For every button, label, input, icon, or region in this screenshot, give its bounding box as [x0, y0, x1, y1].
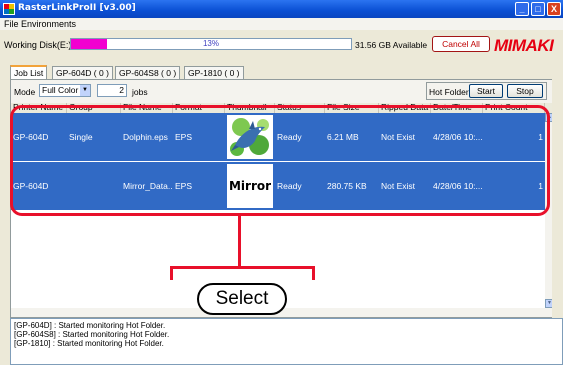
- tab-gp-604d[interactable]: GP-604D ( 0 ): [52, 66, 113, 80]
- app-window: RasterLinkProII [v3.00] _ □ X File Envir…: [0, 0, 563, 365]
- tab-gp-1810[interactable]: GP-1810 ( 0 ): [184, 66, 244, 80]
- side-strip: [552, 66, 563, 318]
- hot-folder-stop-button[interactable]: Stop: [507, 84, 543, 98]
- app-icon: [3, 3, 15, 15]
- tab-gp-604s8[interactable]: GP-604S8 ( 0 ): [115, 66, 181, 80]
- callout-bracket-right: [312, 266, 315, 280]
- mimaki-logo: MIMAKI: [494, 36, 563, 59]
- menu-bar: File Environments: [0, 18, 563, 30]
- mode-select-value: Full Color: [42, 85, 79, 95]
- mimaki-logo-mark: MIMAKI: [494, 36, 556, 55]
- maximize-button[interactable]: □: [531, 2, 545, 16]
- jobs-label: jobs: [132, 87, 148, 97]
- title-bar: RasterLinkProII [v3.00] _ □ X: [0, 0, 563, 18]
- disk-usage-percent: 13%: [202, 39, 219, 48]
- hot-folder-label: Hot Folder: [429, 87, 469, 97]
- mode-select[interactable]: Full Color ▼: [39, 84, 91, 97]
- callout-line: [238, 216, 241, 268]
- job-toolbar: Mode Full Color ▼ 2 jobs Hot Folder Star…: [11, 80, 562, 102]
- hot-folder-group: Hot Folder Start Stop: [426, 82, 547, 100]
- callout-bracket: [170, 266, 315, 269]
- mode-label: Mode: [14, 87, 36, 97]
- menu-file[interactable]: File: [4, 19, 19, 29]
- window-title: RasterLinkProII [v3.00]: [18, 3, 136, 13]
- disk-usage-progress: 13%: [70, 38, 352, 50]
- log-line: [GP-1810] : Started monitoring Hot Folde…: [14, 339, 164, 348]
- log-line: [GP-604S8] : Started monitoring Hot Fold…: [14, 330, 170, 339]
- svg-text:MIMAKI: MIMAKI: [494, 36, 555, 54]
- chevron-down-icon[interactable]: ▼: [80, 85, 90, 96]
- working-disk-label: Working Disk(E:): [4, 40, 72, 50]
- disk-status-row: Working Disk(E:) 13% 31.56 GB Available …: [0, 31, 563, 57]
- message-log: [GP-604D] : Started monitoring Hot Folde…: [10, 318, 563, 365]
- selection-highlight-frame: [10, 105, 550, 216]
- disk-available: 31.56 GB Available: [355, 40, 428, 50]
- callout-bracket-left: [170, 266, 173, 280]
- select-callout: Select: [197, 283, 287, 315]
- menu-environments[interactable]: Environments: [21, 19, 76, 29]
- log-line: [GP-604D] : Started monitoring Hot Folde…: [14, 321, 166, 330]
- cancel-all-button[interactable]: Cancel All: [432, 36, 490, 52]
- minimize-button[interactable]: _: [515, 2, 529, 16]
- hot-folder-start-button[interactable]: Start: [469, 84, 503, 98]
- tab-job-list[interactable]: Job List: [10, 65, 48, 80]
- jobs-count: 2: [97, 84, 127, 97]
- close-button[interactable]: X: [547, 2, 561, 16]
